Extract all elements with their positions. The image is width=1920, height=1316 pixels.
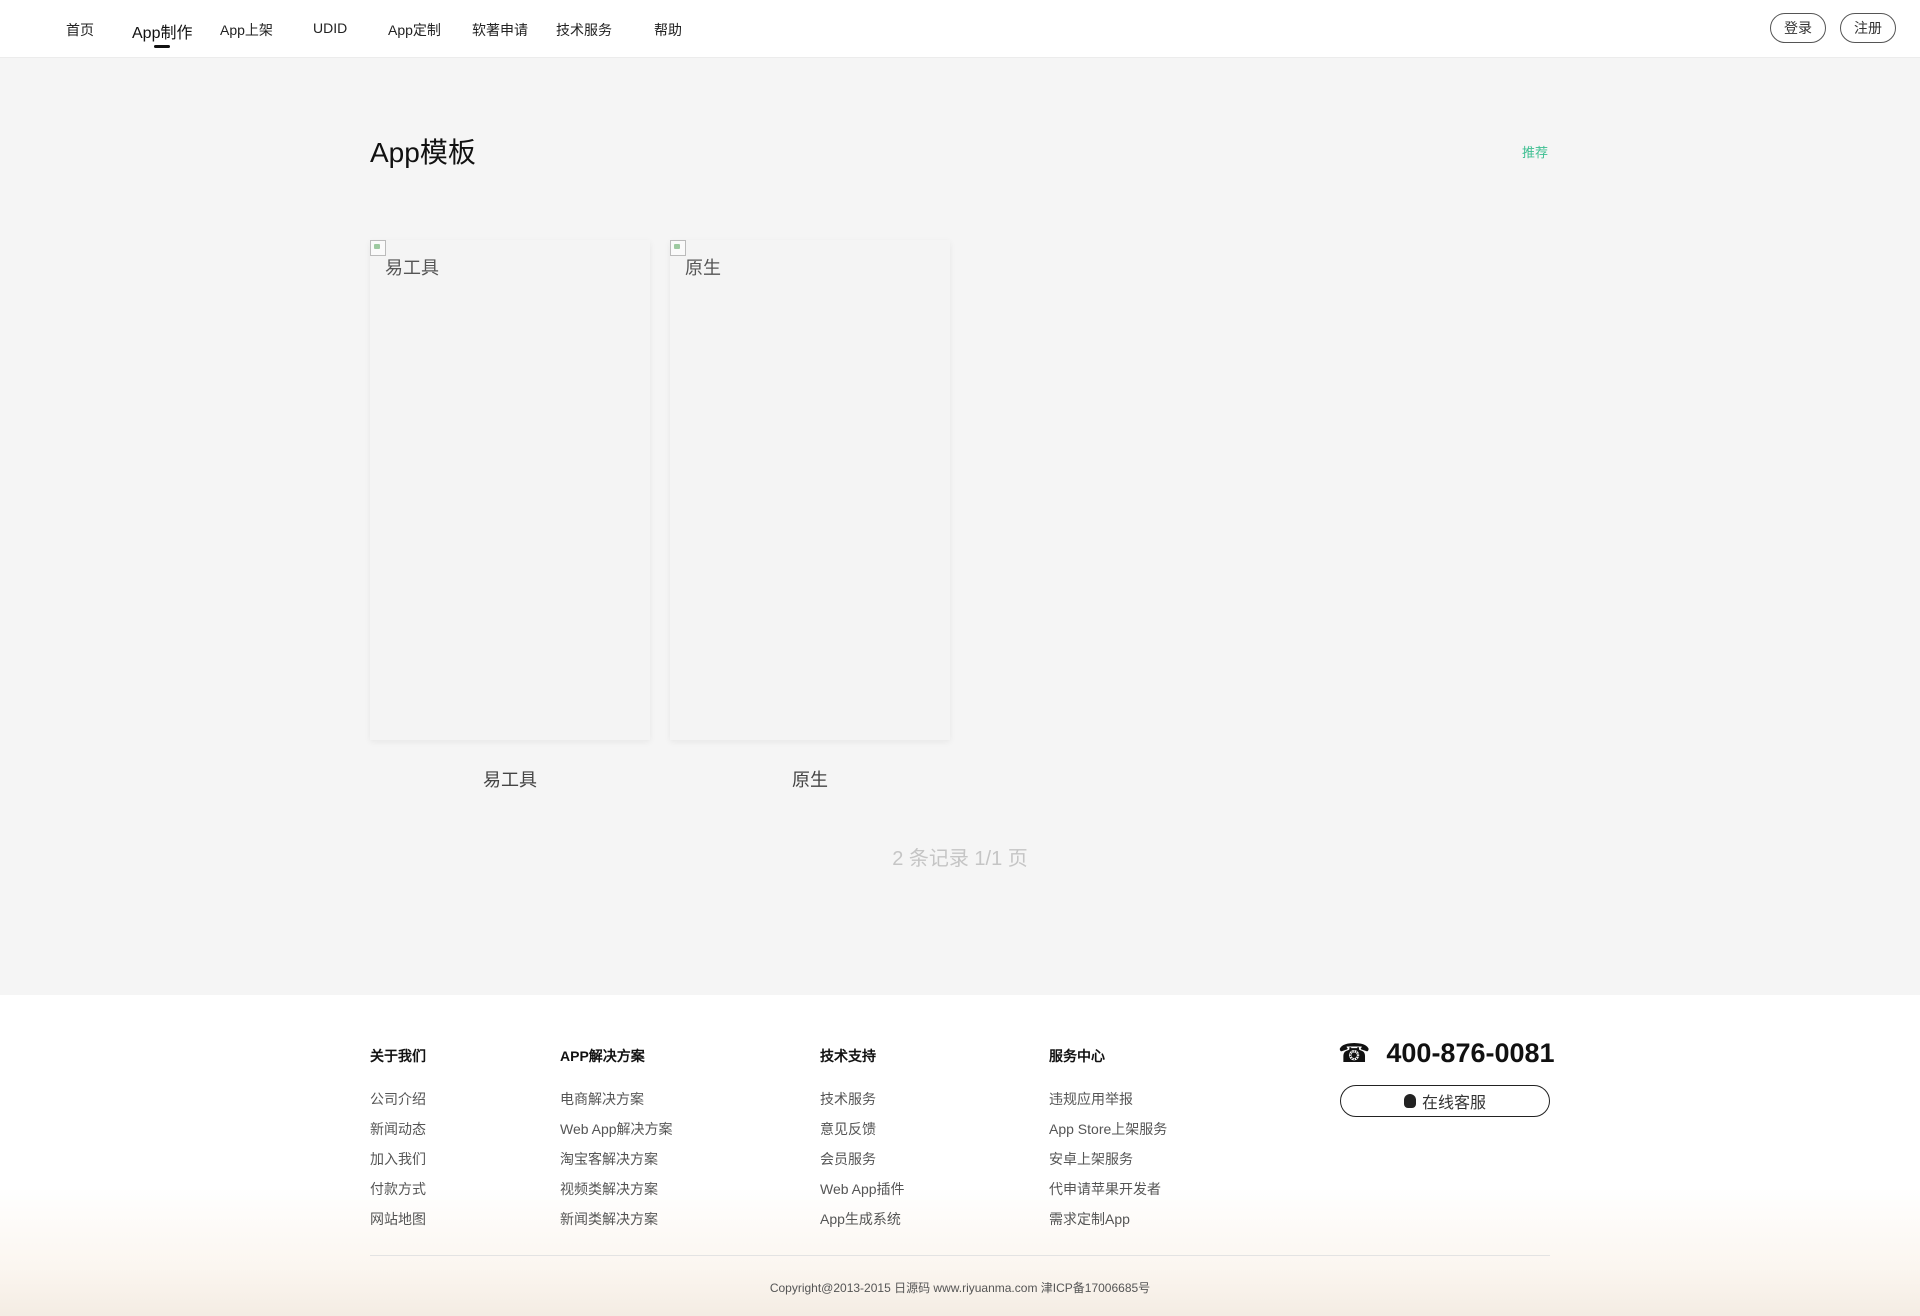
nav-item-help[interactable]: 帮助	[654, 20, 682, 40]
footer-link[interactable]: 违规应用举报	[1049, 1090, 1167, 1120]
footer-link[interactable]: 视频类解决方案	[560, 1180, 673, 1210]
footer-link[interactable]: 意见反馈	[820, 1120, 905, 1150]
footer-column-service-center: 服务中心 违规应用举报 App Store上架服务 安卓上架服务 代申请苹果开发…	[1049, 1046, 1167, 1240]
footer-link[interactable]: 会员服务	[820, 1150, 905, 1180]
nav-item-copyright-apply[interactable]: 软著申请	[472, 20, 528, 40]
broken-image-icon	[370, 240, 386, 256]
footer-link[interactable]: 需求定制App	[1049, 1210, 1167, 1240]
footer-link[interactable]: 加入我们	[370, 1150, 426, 1180]
footer-link[interactable]: 付款方式	[370, 1180, 426, 1210]
footer-column-title: 关于我们	[370, 1048, 426, 1064]
footer	[0, 995, 1920, 1316]
footer-link[interactable]: 新闻类解决方案	[560, 1210, 673, 1240]
footer-column-solutions: APP解决方案 电商解决方案 Web App解决方案 淘宝客解决方案 视频类解决…	[560, 1046, 673, 1240]
footer-link[interactable]: 淘宝客解决方案	[560, 1150, 673, 1180]
broken-image: 易工具	[370, 240, 439, 280]
template-image[interactable]: 易工具	[370, 240, 650, 740]
image-alt-text: 原生	[685, 258, 721, 278]
nav-item-app-custom[interactable]: App定制	[388, 20, 441, 40]
telephone-icon: ☎	[1338, 1038, 1371, 1068]
footer-link[interactable]: App生成系统	[820, 1210, 905, 1240]
hotline: ☎ 400-876-0081	[1338, 1038, 1555, 1069]
template-card[interactable]: 原生 原生	[670, 240, 950, 792]
footer-link[interactable]: 公司介绍	[370, 1090, 426, 1120]
image-alt-text: 易工具	[385, 258, 439, 278]
template-name[interactable]: 原生	[670, 766, 950, 792]
footer-link[interactable]: App Store上架服务	[1049, 1120, 1167, 1150]
footer-link[interactable]: Web App插件	[820, 1180, 905, 1210]
footer-link[interactable]: 安卓上架服务	[1049, 1150, 1167, 1180]
hotline-number: 400-876-0081	[1386, 1038, 1555, 1068]
footer-column-about: 关于我们 公司介绍 新闻动态 加入我们 付款方式 网站地图	[370, 1046, 426, 1240]
recommend-link[interactable]: 推荐	[1522, 142, 1548, 161]
footer-link[interactable]: Web App解决方案	[560, 1120, 673, 1150]
template-name[interactable]: 易工具	[370, 766, 650, 792]
online-service-label: 在线客服	[1421, 1095, 1486, 1112]
online-service-button[interactable]: 在线客服	[1340, 1085, 1550, 1117]
nav-item-app-publish[interactable]: App上架	[220, 20, 273, 40]
broken-image: 原生	[670, 240, 721, 280]
nav-item-app-make[interactable]: App制作	[132, 19, 192, 48]
qq-penguin-icon	[1403, 1094, 1416, 1108]
register-button[interactable]: 注册	[1840, 13, 1896, 43]
broken-image-icon	[670, 240, 686, 256]
footer-column-title: 服务中心	[1049, 1048, 1105, 1064]
nav-item-home[interactable]: 首页	[66, 20, 94, 40]
footer-column-title: 技术支持	[820, 1048, 876, 1064]
footer-link[interactable]: 新闻动态	[370, 1120, 426, 1150]
pagination-info: 2 条记录 1/1 页	[892, 848, 1028, 870]
nav-item-tech-service[interactable]: 技术服务	[556, 20, 612, 40]
page-title: App模板	[370, 137, 476, 168]
footer-link[interactable]: 技术服务	[820, 1090, 905, 1120]
footer-link[interactable]: 网站地图	[370, 1210, 426, 1240]
footer-link[interactable]: 电商解决方案	[560, 1090, 673, 1120]
template-card[interactable]: 易工具 易工具	[370, 240, 650, 792]
footer-link[interactable]: 代申请苹果开发者	[1049, 1180, 1167, 1210]
footer-column-support: 技术支持 技术服务 意见反馈 会员服务 Web App插件 App生成系统	[820, 1046, 905, 1240]
login-button[interactable]: 登录	[1770, 13, 1826, 43]
footer-divider	[370, 1255, 1550, 1256]
top-navigation-bar: 首页 App制作 App上架 UDID App定制 软著申请 技术服务 帮助 登…	[0, 0, 1920, 58]
template-image[interactable]: 原生	[670, 240, 950, 740]
copyright-text: Copyright@2013-2015 日源码 www.riyuanma.com…	[769, 1281, 1151, 1295]
nav-item-udid[interactable]: UDID	[313, 20, 347, 36]
footer-column-title: APP解决方案	[560, 1048, 645, 1064]
